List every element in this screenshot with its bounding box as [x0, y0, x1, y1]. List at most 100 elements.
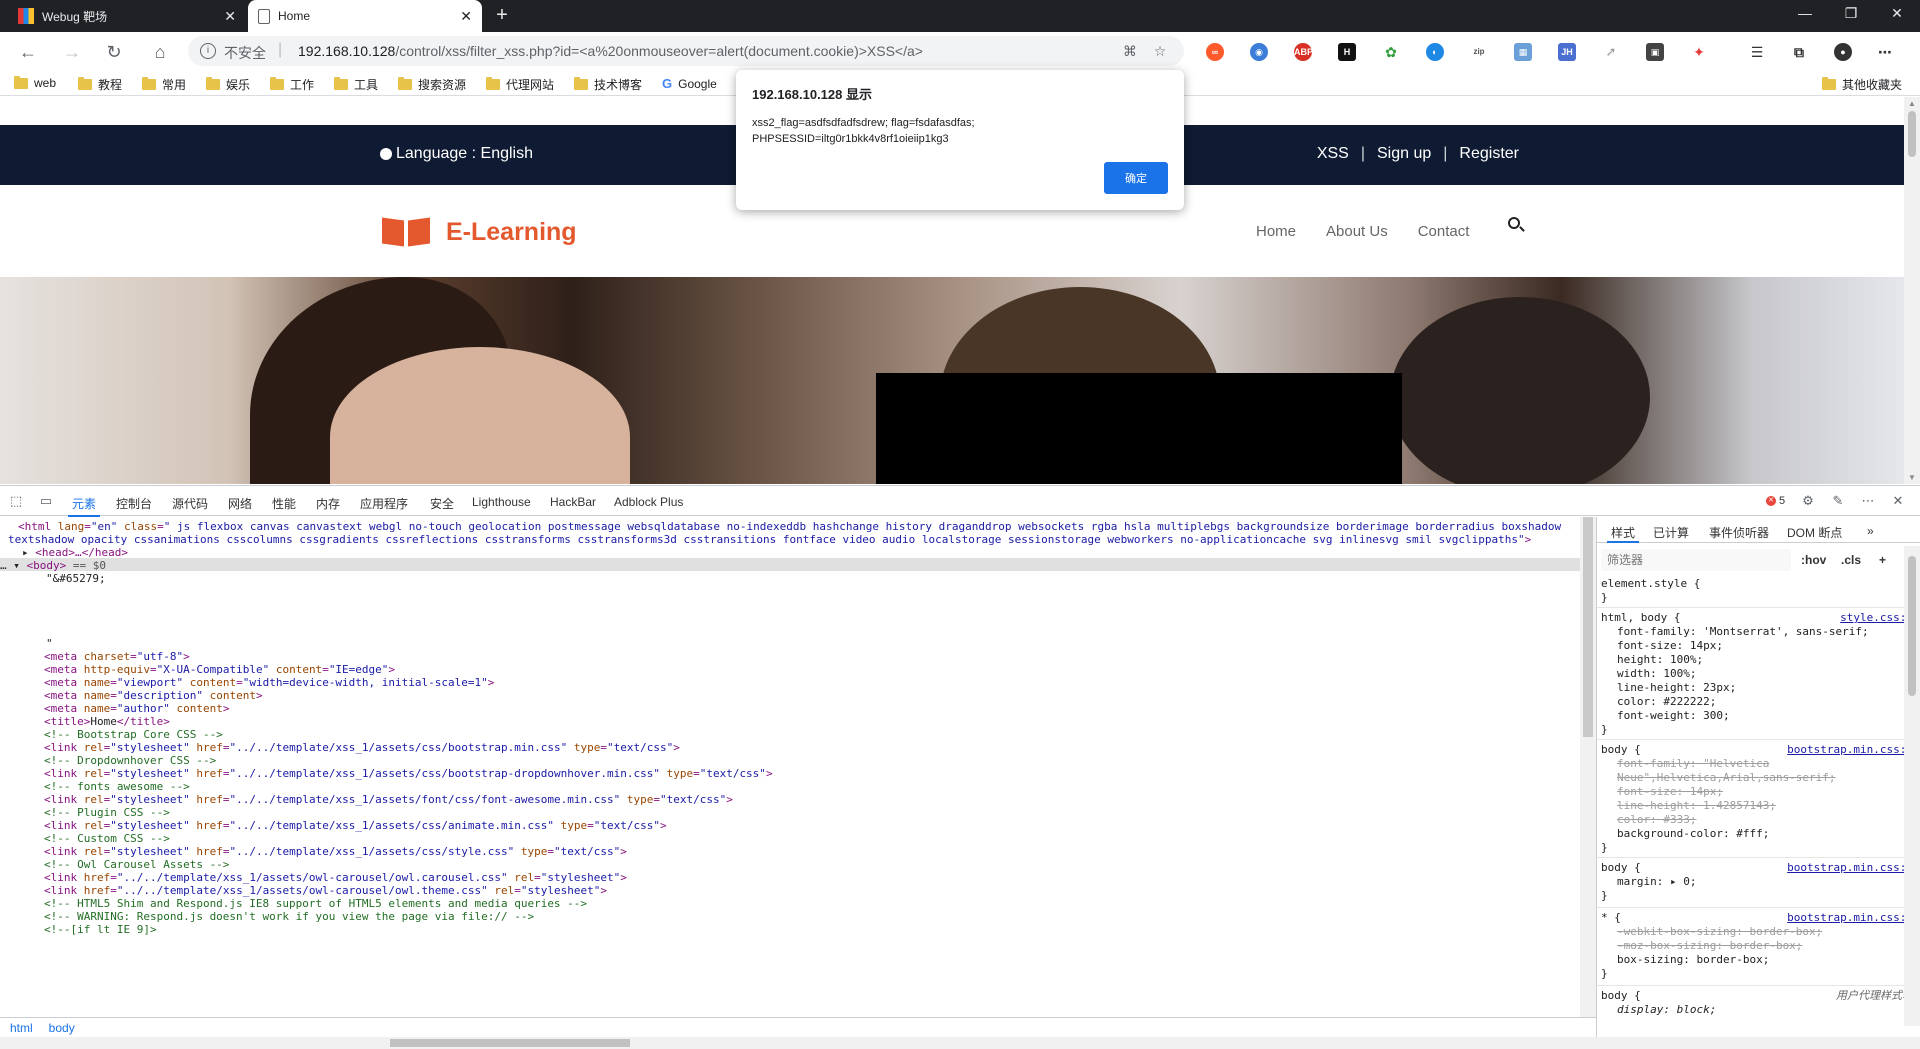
tab-performance[interactable]: 性能	[272, 495, 296, 512]
close-tab-icon[interactable]: ✕	[460, 8, 472, 25]
feedback-icon[interactable]: ✎	[1830, 494, 1846, 508]
crumb-body[interactable]: body	[49, 1021, 75, 1035]
restore-button[interactable]: ❐	[1828, 0, 1874, 32]
close-window-button[interactable]: ✕	[1874, 0, 1920, 32]
tab-sources[interactable]: 源代码	[172, 495, 208, 512]
overridden-declaration[interactable]: line-height: 1.42857143;	[1601, 799, 1913, 813]
device-toolbar-icon[interactable]: ▭	[38, 494, 54, 508]
scroll-down-icon[interactable]: ▼	[1908, 473, 1916, 482]
reading-list-icon[interactable]: ☰	[1748, 43, 1766, 61]
extension-jh-icon[interactable]: JH	[1558, 43, 1576, 61]
extension-puzzle-icon[interactable]: ✦	[1690, 43, 1708, 61]
close-devtools-icon[interactable]: ✕	[1890, 494, 1906, 508]
declaration[interactable]: background-color: #fff;	[1601, 827, 1913, 841]
bookmark-folder[interactable]: 工具	[334, 76, 378, 93]
tab-webug[interactable]: Webug 靶场 ✕	[8, 0, 246, 32]
declaration[interactable]: font-size: 14px;	[1601, 639, 1913, 653]
minimize-button[interactable]: —	[1782, 0, 1828, 32]
style-rule[interactable]: element.style { }	[1601, 577, 1913, 605]
site-logo[interactable]: E-Learning	[380, 215, 577, 249]
selected-node-row[interactable]	[0, 558, 1580, 571]
tab-computed[interactable]: 已计算	[1653, 524, 1689, 541]
tab-network[interactable]: 网络	[228, 495, 252, 512]
address-bar[interactable]: i 不安全 | 192.168.10.128/control/xss/filte…	[188, 36, 1184, 66]
new-tab-button[interactable]: +	[490, 4, 514, 28]
rule-source-link[interactable]: style.css:3	[1840, 611, 1913, 625]
tab-adblock-plus[interactable]: Adblock Plus	[614, 495, 683, 509]
overridden-declaration[interactable]: color: #333;	[1601, 813, 1913, 827]
declaration[interactable]: color: #222222;	[1601, 695, 1913, 709]
bookmark-folder[interactable]: 教程	[78, 76, 122, 93]
language-selector[interactable]: Language : English	[380, 145, 533, 163]
horizontal-scrollbar[interactable]	[0, 1037, 1920, 1049]
declaration[interactable]: line-height: 23px;	[1601, 681, 1913, 695]
extension-monitor-icon[interactable]: ▣	[1646, 43, 1664, 61]
style-rule[interactable]: html, body { style.css:3 font-family: 'M…	[1601, 611, 1913, 737]
link-xss[interactable]: XSS	[1317, 145, 1349, 163]
declaration[interactable]: font-family: 'Montserrat', sans-serif;	[1601, 625, 1913, 639]
bookmark-folder[interactable]: 技术博客	[574, 76, 642, 93]
extension-adblock-icon[interactable]: ABP	[1294, 43, 1313, 61]
styles-rules[interactable]: element.style { } html, body { style.css…	[1597, 577, 1920, 1037]
search-icon[interactable]	[1508, 217, 1520, 229]
home-button[interactable]: ⌂	[146, 38, 174, 66]
scrollbar-thumb[interactable]	[1908, 556, 1916, 696]
tab-dom-breakpoints[interactable]: DOM 断点	[1787, 524, 1842, 541]
scrollbar-thumb[interactable]	[1583, 517, 1593, 737]
other-bookmarks-folder[interactable]: 其他收藏夹	[1822, 76, 1902, 93]
style-rule[interactable]: body { bootstrap.min.css:5 margin: ▸ 0; …	[1601, 861, 1913, 903]
rule-source-link[interactable]: bootstrap.min.css:5	[1787, 743, 1913, 757]
declaration[interactable]: font-weight: 300;	[1601, 709, 1913, 723]
reload-button[interactable]: ↻	[100, 38, 128, 66]
tab-memory[interactable]: 内存	[316, 495, 340, 512]
overridden-declaration[interactable]: -webkit-box-sizing: border-box;	[1601, 925, 1913, 939]
tab-security[interactable]: 安全	[430, 495, 454, 512]
extension-screenshot-icon[interactable]: ▦	[1514, 43, 1532, 61]
inspect-element-icon[interactable]: ⬚	[8, 494, 24, 508]
menu-dots-icon[interactable]: ⋯	[1876, 43, 1894, 61]
profile-avatar-icon[interactable]: ●	[1834, 43, 1852, 61]
scrollbar-thumb[interactable]	[390, 1039, 630, 1047]
styles-filter-input[interactable]	[1601, 549, 1791, 571]
overridden-declaration[interactable]: -moz-box-sizing: border-box;	[1601, 939, 1913, 953]
bookmark-folder[interactable]: 娱乐	[206, 76, 250, 93]
tab-lighthouse[interactable]: Lighthouse	[472, 495, 531, 509]
extension-infinity-icon[interactable]: ∞	[1206, 43, 1224, 61]
styles-scrollbar[interactable]	[1904, 546, 1920, 1026]
style-rule[interactable]: * { bootstrap.min.css:5 -webkit-box-sizi…	[1601, 911, 1913, 981]
extension-cursor-icon[interactable]: ➚	[1602, 43, 1620, 61]
rule-source-link[interactable]: bootstrap.min.css:5	[1787, 861, 1913, 875]
extension-owl-icon[interactable]: ◉	[1250, 43, 1268, 61]
style-rule[interactable]: body { bootstrap.min.css:5 font-family: …	[1601, 743, 1913, 855]
bookmark-folder[interactable]: 常用	[142, 76, 186, 93]
extension-paw-icon[interactable]: ✿	[1382, 43, 1400, 61]
crumb-html[interactable]: html	[10, 1021, 33, 1035]
overridden-declaration[interactable]: font-family: "Helvetica	[1601, 757, 1913, 771]
settings-gear-icon[interactable]: ⚙	[1800, 494, 1816, 508]
bookmark-folder[interactable]: web	[14, 75, 56, 90]
page-scrollbar[interactable]: ▲ ▼	[1904, 97, 1920, 484]
bookmark-star-icon[interactable]: ☆	[1152, 43, 1168, 59]
more-tabs-icon[interactable]: »	[1867, 524, 1874, 538]
class-toggle[interactable]: .cls	[1841, 553, 1861, 567]
nav-about-us[interactable]: About Us	[1326, 223, 1388, 240]
more-options-icon[interactable]: ⋯	[1860, 494, 1876, 508]
extension-h-icon[interactable]: H	[1338, 43, 1356, 61]
tab-home[interactable]: Home ✕	[248, 0, 482, 32]
link-register[interactable]: Register	[1459, 145, 1519, 163]
scrollbar-thumb[interactable]	[1908, 111, 1916, 157]
declaration[interactable]: width: 100%;	[1601, 667, 1913, 681]
alert-ok-button[interactable]: 确定	[1104, 162, 1168, 194]
rule-source-link[interactable]: bootstrap.min.css:5	[1787, 911, 1913, 925]
collections-icon[interactable]: ⧉	[1790, 43, 1808, 61]
elements-tree[interactable]: <html lang="en" class=" js flexbox canva…	[0, 517, 1580, 1017]
elements-scrollbar[interactable]	[1580, 517, 1596, 1017]
link-sign-up[interactable]: Sign up	[1377, 145, 1431, 163]
bookmark-folder[interactable]: 代理网站	[486, 76, 554, 93]
tab-elements[interactable]: 元素	[67, 495, 101, 517]
security-label[interactable]: 不安全	[224, 43, 266, 63]
declaration[interactable]: height: 100%;	[1601, 653, 1913, 667]
new-rule-button[interactable]: +	[1879, 553, 1886, 567]
error-counter[interactable]: ✕ 5	[1766, 495, 1785, 507]
url-text[interactable]: 192.168.10.128/control/xss/filter_xss.ph…	[298, 43, 923, 59]
